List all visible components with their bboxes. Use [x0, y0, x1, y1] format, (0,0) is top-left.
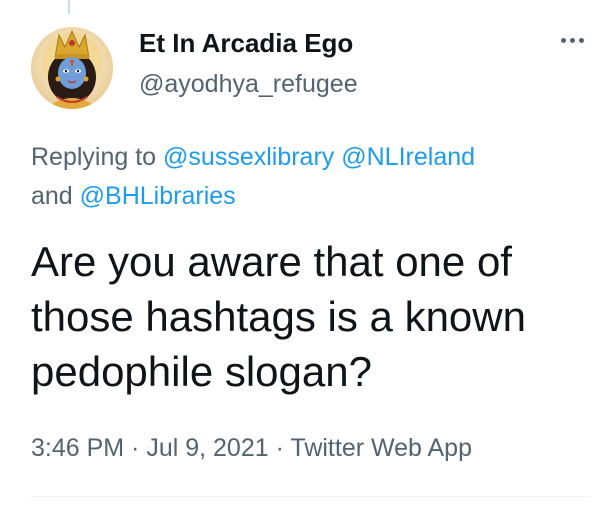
thread-connector-line	[68, 0, 70, 14]
more-horizontal-icon[interactable]	[552, 26, 592, 54]
mention-link[interactable]: @sussexlibrary	[163, 143, 334, 171]
tweet-text: Are you aware that one of those hashtags…	[31, 234, 591, 399]
author-name[interactable]: Et In Arcadia Ego	[139, 27, 353, 59]
separator-dot: ·	[268, 434, 291, 462]
divider	[31, 496, 591, 497]
tweet-time[interactable]: 3:46 PM	[31, 434, 124, 462]
mention-link[interactable]: @BHLibraries	[80, 182, 236, 210]
avatar[interactable]	[31, 27, 113, 109]
tweet-text-line: pedophile slogan?	[31, 348, 372, 395]
replying-to-label: Replying to	[31, 143, 164, 171]
avatar-image	[31, 27, 113, 109]
replying-to-line-continued: and @BHLibraries	[31, 181, 236, 211]
author-handle[interactable]: @ayodhya_refugee	[139, 69, 358, 99]
separator-dot: ·	[124, 434, 147, 462]
tweet-text-line: those hashtags is a known	[31, 293, 526, 340]
mention-link[interactable]: @NLIreland	[341, 143, 475, 171]
more-dot	[578, 37, 584, 43]
tweet-source[interactable]: Twitter Web App	[290, 434, 472, 462]
tweet-date[interactable]: Jul 9, 2021	[146, 434, 268, 462]
more-dot	[569, 37, 575, 43]
replying-and-label: and	[31, 182, 80, 210]
tweet-text-line: Are you aware that one of	[31, 238, 512, 285]
replying-to-line: Replying to @sussexlibrary @NLIreland	[31, 142, 475, 172]
tweet-metadata: 3:46 PM · Jul 9, 2021 · Twitter Web App	[31, 432, 472, 464]
more-dot	[560, 37, 566, 43]
